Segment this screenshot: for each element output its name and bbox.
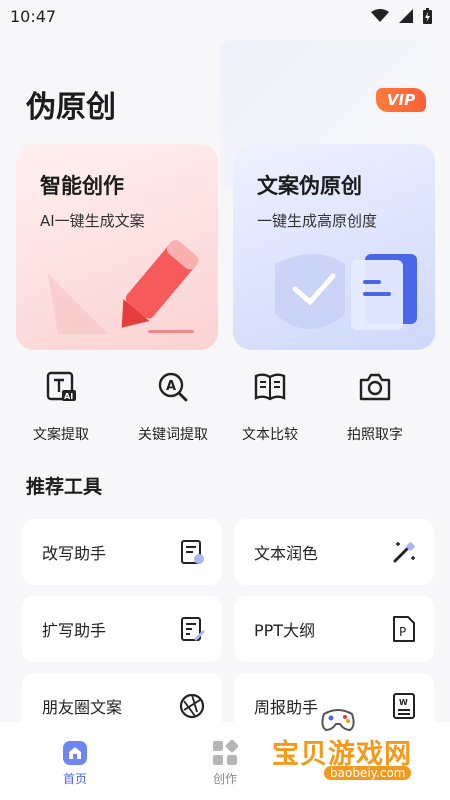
quick-action-photo-ocr[interactable]: 拍照取字 <box>325 370 425 444</box>
expand-doc-icon <box>181 617 205 641</box>
book-icon <box>254 373 286 401</box>
nav-home[interactable]: 首页 <box>40 740 110 787</box>
tool-label: 扩写助手 <box>42 621 107 640</box>
battery-icon <box>423 8 432 24</box>
bottom-nav: 首页 创作 <box>0 722 450 800</box>
quick-action-keyword-extract[interactable]: A 关键词提取 <box>123 370 223 444</box>
svg-text:A: A <box>166 379 176 394</box>
tool-text-polish[interactable]: 文本润色 <box>234 519 434 585</box>
svg-text:P: P <box>399 625 406 639</box>
card-title: 文案伪原创 <box>257 174 362 198</box>
edit-doc-icon <box>181 540 204 564</box>
rewrite-card[interactable]: 文案伪原创 一键生成高原创度 <box>233 144 435 350</box>
svg-text:AI: AI <box>64 392 73 401</box>
tool-label: PPT大纲 <box>254 621 316 640</box>
card-subtitle: 一键生成高原创度 <box>257 212 378 230</box>
nav-label: 创作 <box>212 772 237 786</box>
card-title: 智能创作 <box>40 174 124 198</box>
status-icons <box>371 8 432 24</box>
tool-ppt-outline[interactable]: PPT大纲 P <box>234 596 434 662</box>
status-time: 10:47 <box>10 6 57 26</box>
document-shield-icon <box>275 254 417 330</box>
nav-label: 首页 <box>62 772 87 786</box>
tool-label: 朋友圈文案 <box>42 698 123 717</box>
page-title: 伪原创 <box>26 90 116 125</box>
text-ai-icon: AI <box>46 371 76 401</box>
wifi-icon <box>371 9 389 22</box>
nav-create[interactable]: 创作 <box>190 740 260 787</box>
quick-action-text-extract[interactable]: AI 文案提取 <box>11 370 111 444</box>
search-a-icon: A <box>158 372 188 402</box>
quick-action-label: 文本比较 <box>242 427 298 443</box>
tool-rewrite-assistant[interactable]: 改写助手 <box>22 519 222 585</box>
tool-label: 改写助手 <box>42 544 107 563</box>
magic-wand-icon <box>393 542 415 563</box>
aperture-icon <box>179 693 205 719</box>
section-title: 推荐工具 <box>26 476 103 498</box>
quick-action-label: 关键词提取 <box>138 427 208 443</box>
quick-actions: AI 文案提取 A 关键词提取 文本比较 拍照取字 <box>0 370 450 450</box>
ppt-file-icon: P <box>393 616 415 642</box>
quick-action-label: 拍照取字 <box>347 427 403 443</box>
camera-icon <box>359 373 391 401</box>
tool-expand-assistant[interactable]: 扩写助手 <box>22 596 222 662</box>
quick-action-label: 文案提取 <box>33 427 89 443</box>
tool-label: 文本润色 <box>254 544 319 563</box>
card-subtitle: AI一键生成文案 <box>40 212 145 230</box>
quick-action-text-compare[interactable]: 文本比较 <box>220 370 320 444</box>
status-bar: 10:47 <box>0 0 450 32</box>
word-doc-icon: W <box>393 693 415 719</box>
tool-label: 周报助手 <box>254 698 319 717</box>
grid-icon <box>213 740 238 765</box>
signal-icon <box>399 9 413 23</box>
pencil-icon <box>48 240 199 334</box>
svg-text:W: W <box>399 698 408 707</box>
smart-creation-card[interactable]: 智能创作 AI一键生成文案 <box>16 144 218 350</box>
vip-badge[interactable]: VIP <box>376 88 426 112</box>
home-icon <box>63 741 87 765</box>
